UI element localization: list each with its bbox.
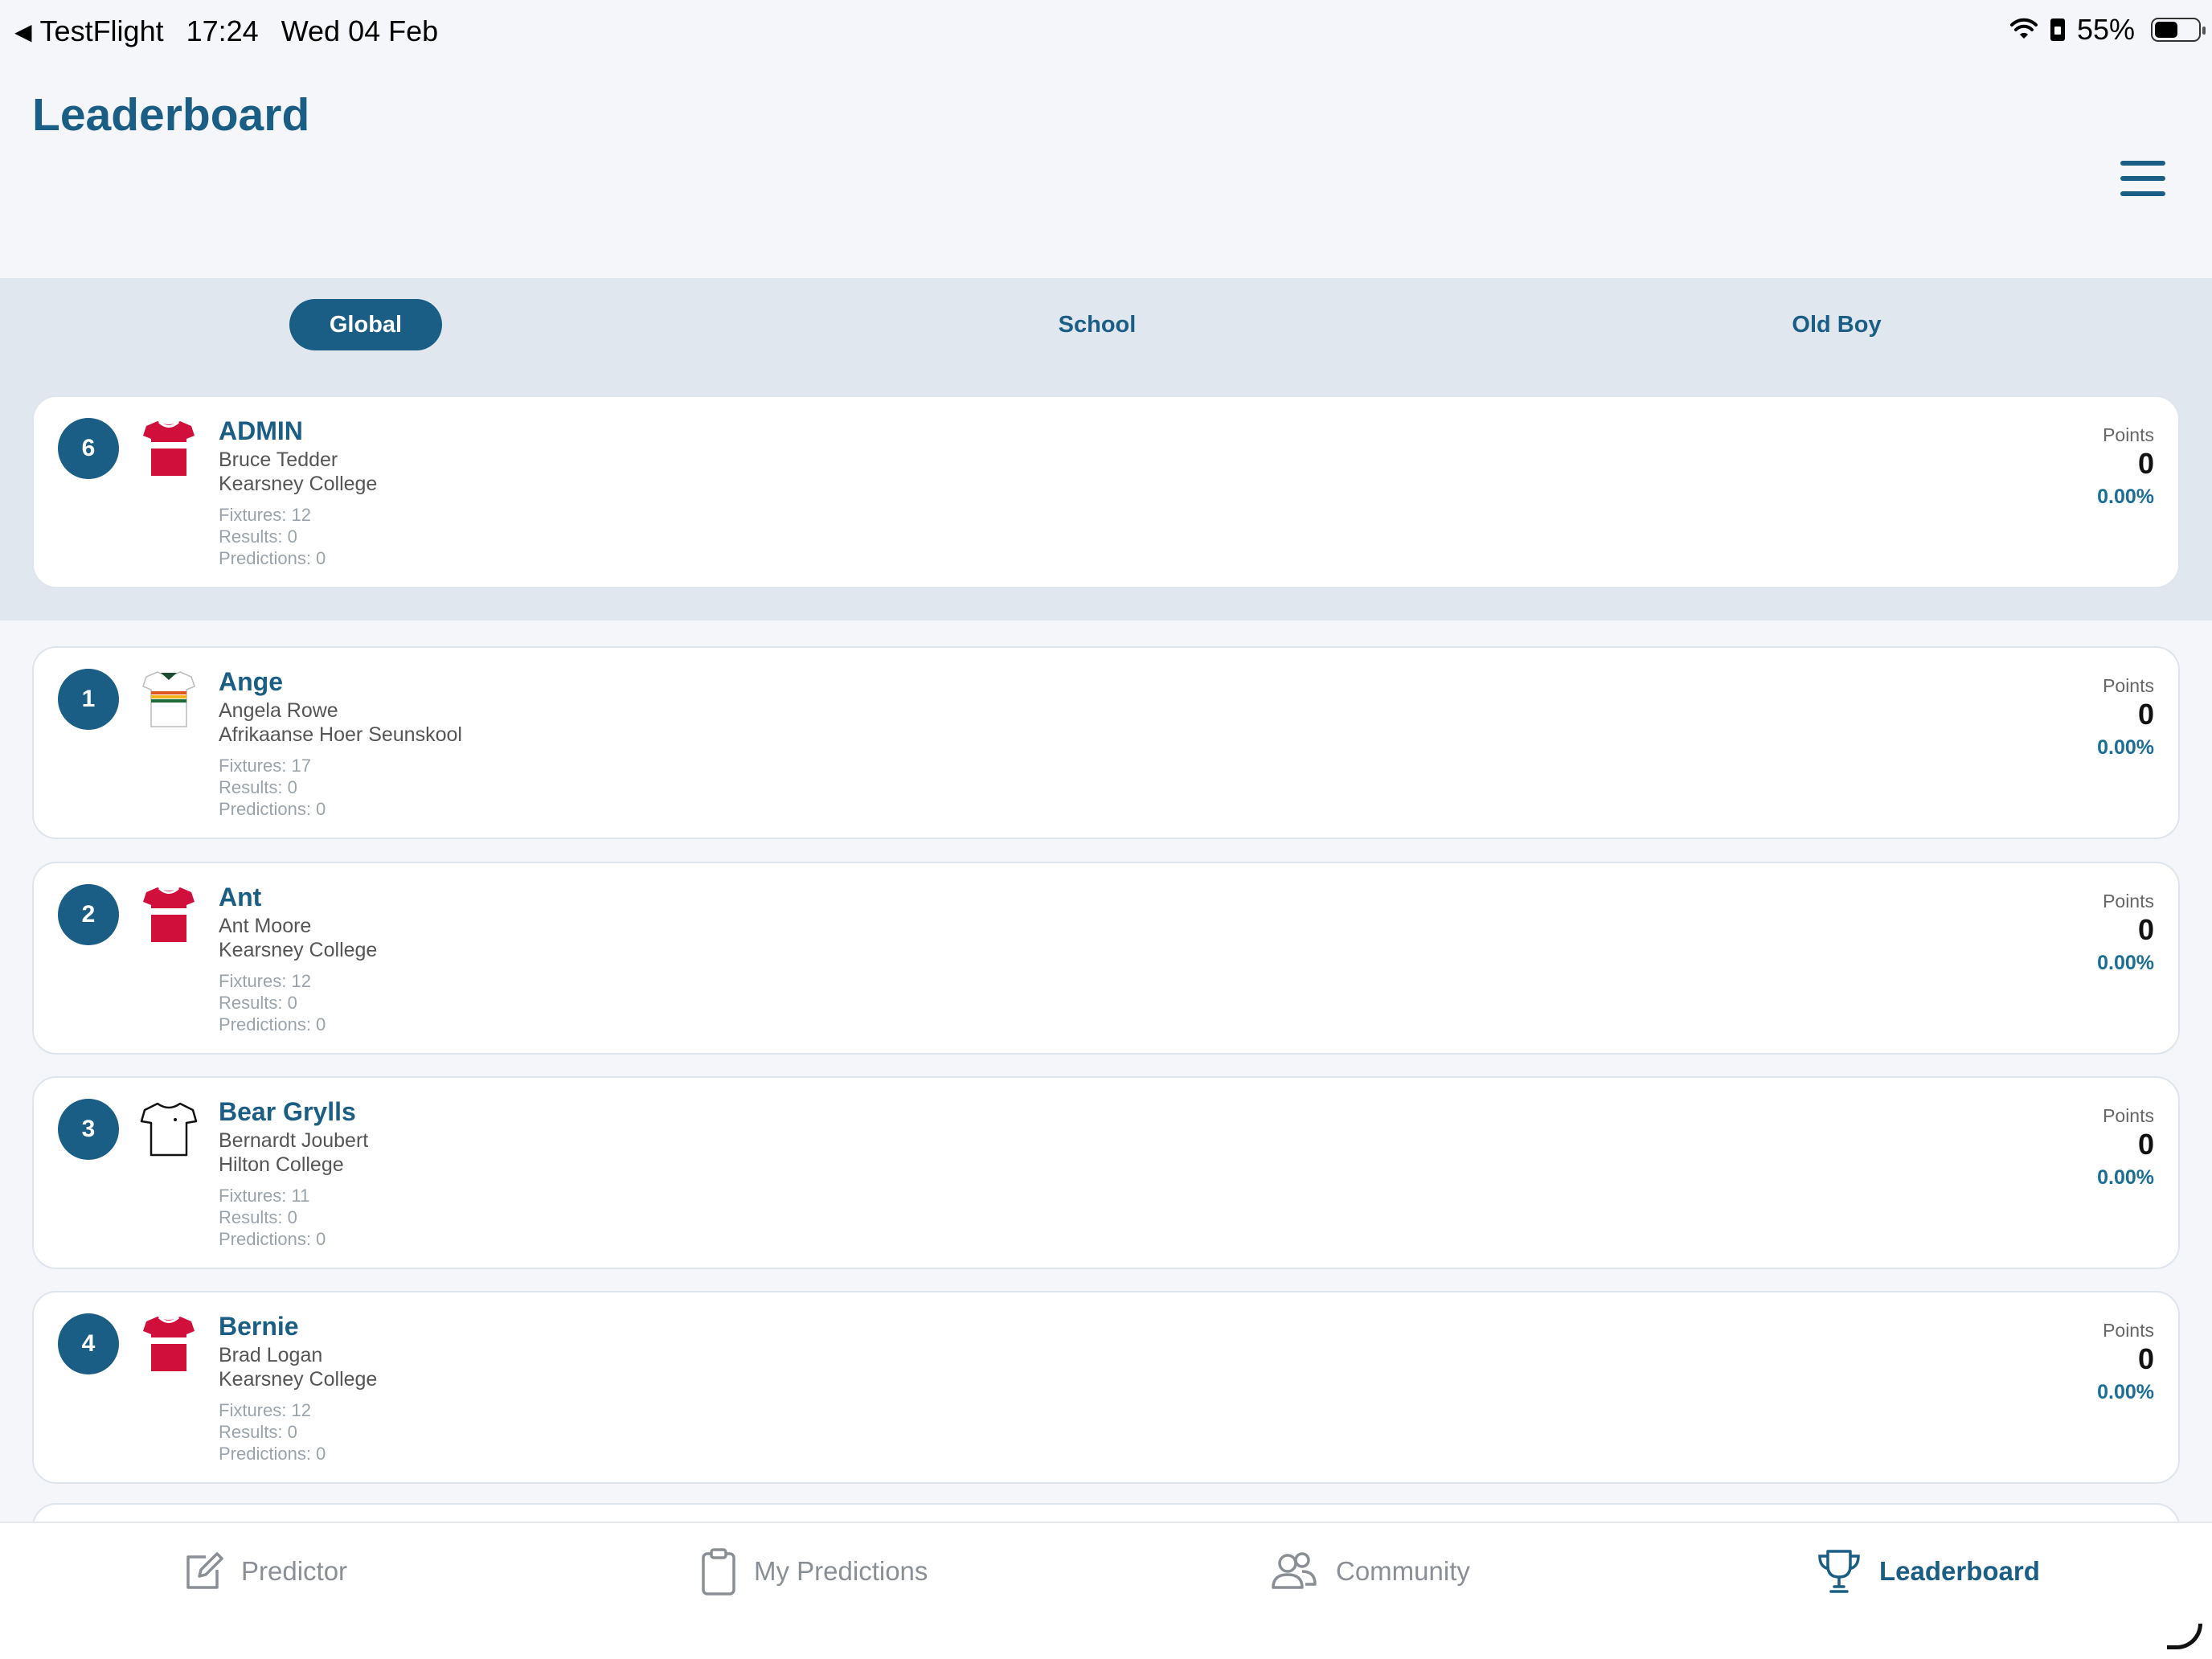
fixtures-count: Fixtures: 12 — [219, 505, 311, 525]
user-nickname: Ant — [219, 883, 262, 911]
hamburger-menu-icon[interactable] — [2120, 161, 2165, 196]
outline-tshirt-icon — [140, 1102, 198, 1157]
tab-school[interactable]: School — [1014, 299, 1180, 350]
user-school: Kearsney College — [219, 1368, 378, 1391]
leaderboard-row[interactable]: 2 Ant Ant Moore Kearsney College Fixture… — [32, 862, 2180, 1055]
back-app-label[interactable]: TestFlight — [40, 14, 164, 48]
user-full-name: Bruce Tedder — [219, 449, 338, 471]
header — [0, 64, 2212, 278]
red-jersey-icon — [143, 420, 195, 476]
battery-icon — [2151, 18, 2206, 42]
points-percentage: 0.00% — [2097, 1381, 2154, 1403]
wifi-icon — [2009, 18, 2038, 39]
points-value: 0 — [2137, 1342, 2154, 1375]
points-percentage: 0.00% — [2097, 1166, 2154, 1189]
tabbar-label: My Predictions — [754, 1556, 928, 1586]
results-count: Results: 0 — [219, 1422, 297, 1442]
points-percentage: 0.00% — [2097, 736, 2154, 759]
tabbar-label: Leaderboard — [1879, 1556, 2040, 1586]
rank-badge: 1 — [58, 669, 119, 730]
points-label: Points — [2103, 424, 2154, 445]
predictions-count: Predictions: 0 — [219, 1444, 326, 1464]
tabbar-label: Community — [1336, 1556, 1470, 1586]
points-label: Points — [2103, 891, 2154, 911]
predictions-count: Predictions: 0 — [219, 548, 326, 568]
people-icon — [1272, 1552, 1317, 1589]
user-full-name: Brad Logan — [219, 1344, 323, 1366]
status-right: 55% — [2009, 13, 2206, 47]
battery-percentage: 55% — [2076, 13, 2135, 46]
status-date: Wed 04 Feb — [281, 14, 439, 47]
points-label: Points — [2103, 675, 2154, 696]
red-jersey-icon — [143, 887, 195, 942]
fixtures-count: Fixtures: 11 — [219, 1186, 310, 1206]
user-nickname: Ange — [219, 667, 283, 696]
fixtures-count: Fixtures: 17 — [219, 756, 311, 776]
clipboard-icon — [702, 1548, 735, 1596]
status-left: ◀ TestFlight 17:24 Wed 04 Feb — [14, 14, 438, 48]
bottom-tab-bar: Predictor My Predictions Community Leade… — [0, 1522, 2212, 1659]
results-count: Results: 0 — [219, 777, 297, 797]
user-school: Afrikaanse Hoer Seunskool — [219, 723, 462, 746]
tabbar-my-predictions[interactable]: My Predictions — [701, 1547, 928, 1596]
sim-icon — [2050, 18, 2065, 41]
user-school: Kearsney College — [219, 939, 378, 961]
tabbar-label: Predictor — [241, 1556, 348, 1586]
points-value: 0 — [2137, 447, 2154, 480]
home-indicator — [2167, 1624, 2202, 1649]
page-title: Leaderboard — [32, 89, 310, 141]
user-nickname: Bear Grylls — [219, 1097, 356, 1126]
status-time: 17:24 — [186, 14, 259, 47]
results-count: Results: 0 — [219, 993, 297, 1013]
user-full-name: Angela Rowe — [219, 699, 338, 722]
points-value: 0 — [2137, 698, 2154, 731]
points-percentage: 0.00% — [2097, 485, 2154, 508]
points-value: 0 — [2137, 1128, 2154, 1161]
results-count: Results: 0 — [219, 1207, 297, 1227]
tab-old-boy[interactable]: Old Boy — [1752, 299, 1921, 350]
trophy-icon — [1818, 1550, 1860, 1593]
tabbar-community[interactable]: Community — [1270, 1547, 1470, 1596]
points-percentage: 0.00% — [2097, 952, 2154, 974]
results-count: Results: 0 — [219, 526, 297, 547]
edit-icon — [186, 1552, 223, 1589]
rank-badge: 2 — [58, 884, 119, 945]
predictions-count: Predictions: 0 — [219, 1014, 326, 1034]
points-label: Points — [2103, 1320, 2154, 1341]
predictions-count: Predictions: 0 — [219, 799, 326, 819]
rank-badge: 6 — [58, 418, 119, 479]
user-full-name: Ant Moore — [219, 915, 312, 937]
fixtures-count: Fixtures: 12 — [219, 1400, 311, 1420]
red-jersey-icon — [143, 1316, 195, 1371]
user-full-name: Bernardt Joubert — [219, 1129, 369, 1152]
predictions-count: Predictions: 0 — [219, 1229, 326, 1249]
tab-global[interactable]: Global — [289, 299, 442, 350]
user-nickname: ADMIN — [219, 416, 303, 445]
back-arrow-icon[interactable]: ◀ — [14, 18, 32, 45]
leaderboard-row[interactable]: 1 Ange Angela Rowe Afrikaanse Hoer Seuns… — [32, 646, 2180, 839]
fixtures-count: Fixtures: 12 — [219, 971, 311, 991]
tabbar-leaderboard[interactable]: Leaderboard — [1817, 1547, 2040, 1596]
white-striped-jersey-icon — [142, 671, 195, 727]
leaderboard-row[interactable]: 3 Bear Grylls Bernardt Joubert Hilton Co… — [32, 1076, 2180, 1269]
user-nickname: Bernie — [219, 1312, 299, 1341]
leaderboard-row[interactable]: 4 Bernie Brad Logan Kearsney College Fix… — [32, 1291, 2180, 1484]
points-label: Points — [2103, 1105, 2154, 1126]
rank-badge: 4 — [58, 1313, 119, 1374]
user-school: Hilton College — [219, 1153, 344, 1176]
rank-badge: 3 — [58, 1099, 119, 1160]
user-school: Kearsney College — [219, 473, 378, 495]
status-bar: ◀ TestFlight 17:24 Wed 04 Feb 55% — [0, 0, 2212, 64]
current-user-card[interactable]: 6 ADMIN Bruce Tedder Kearsney College Fi… — [32, 395, 2180, 588]
points-value: 0 — [2137, 913, 2154, 946]
tabbar-predictor[interactable]: Predictor — [182, 1547, 347, 1596]
